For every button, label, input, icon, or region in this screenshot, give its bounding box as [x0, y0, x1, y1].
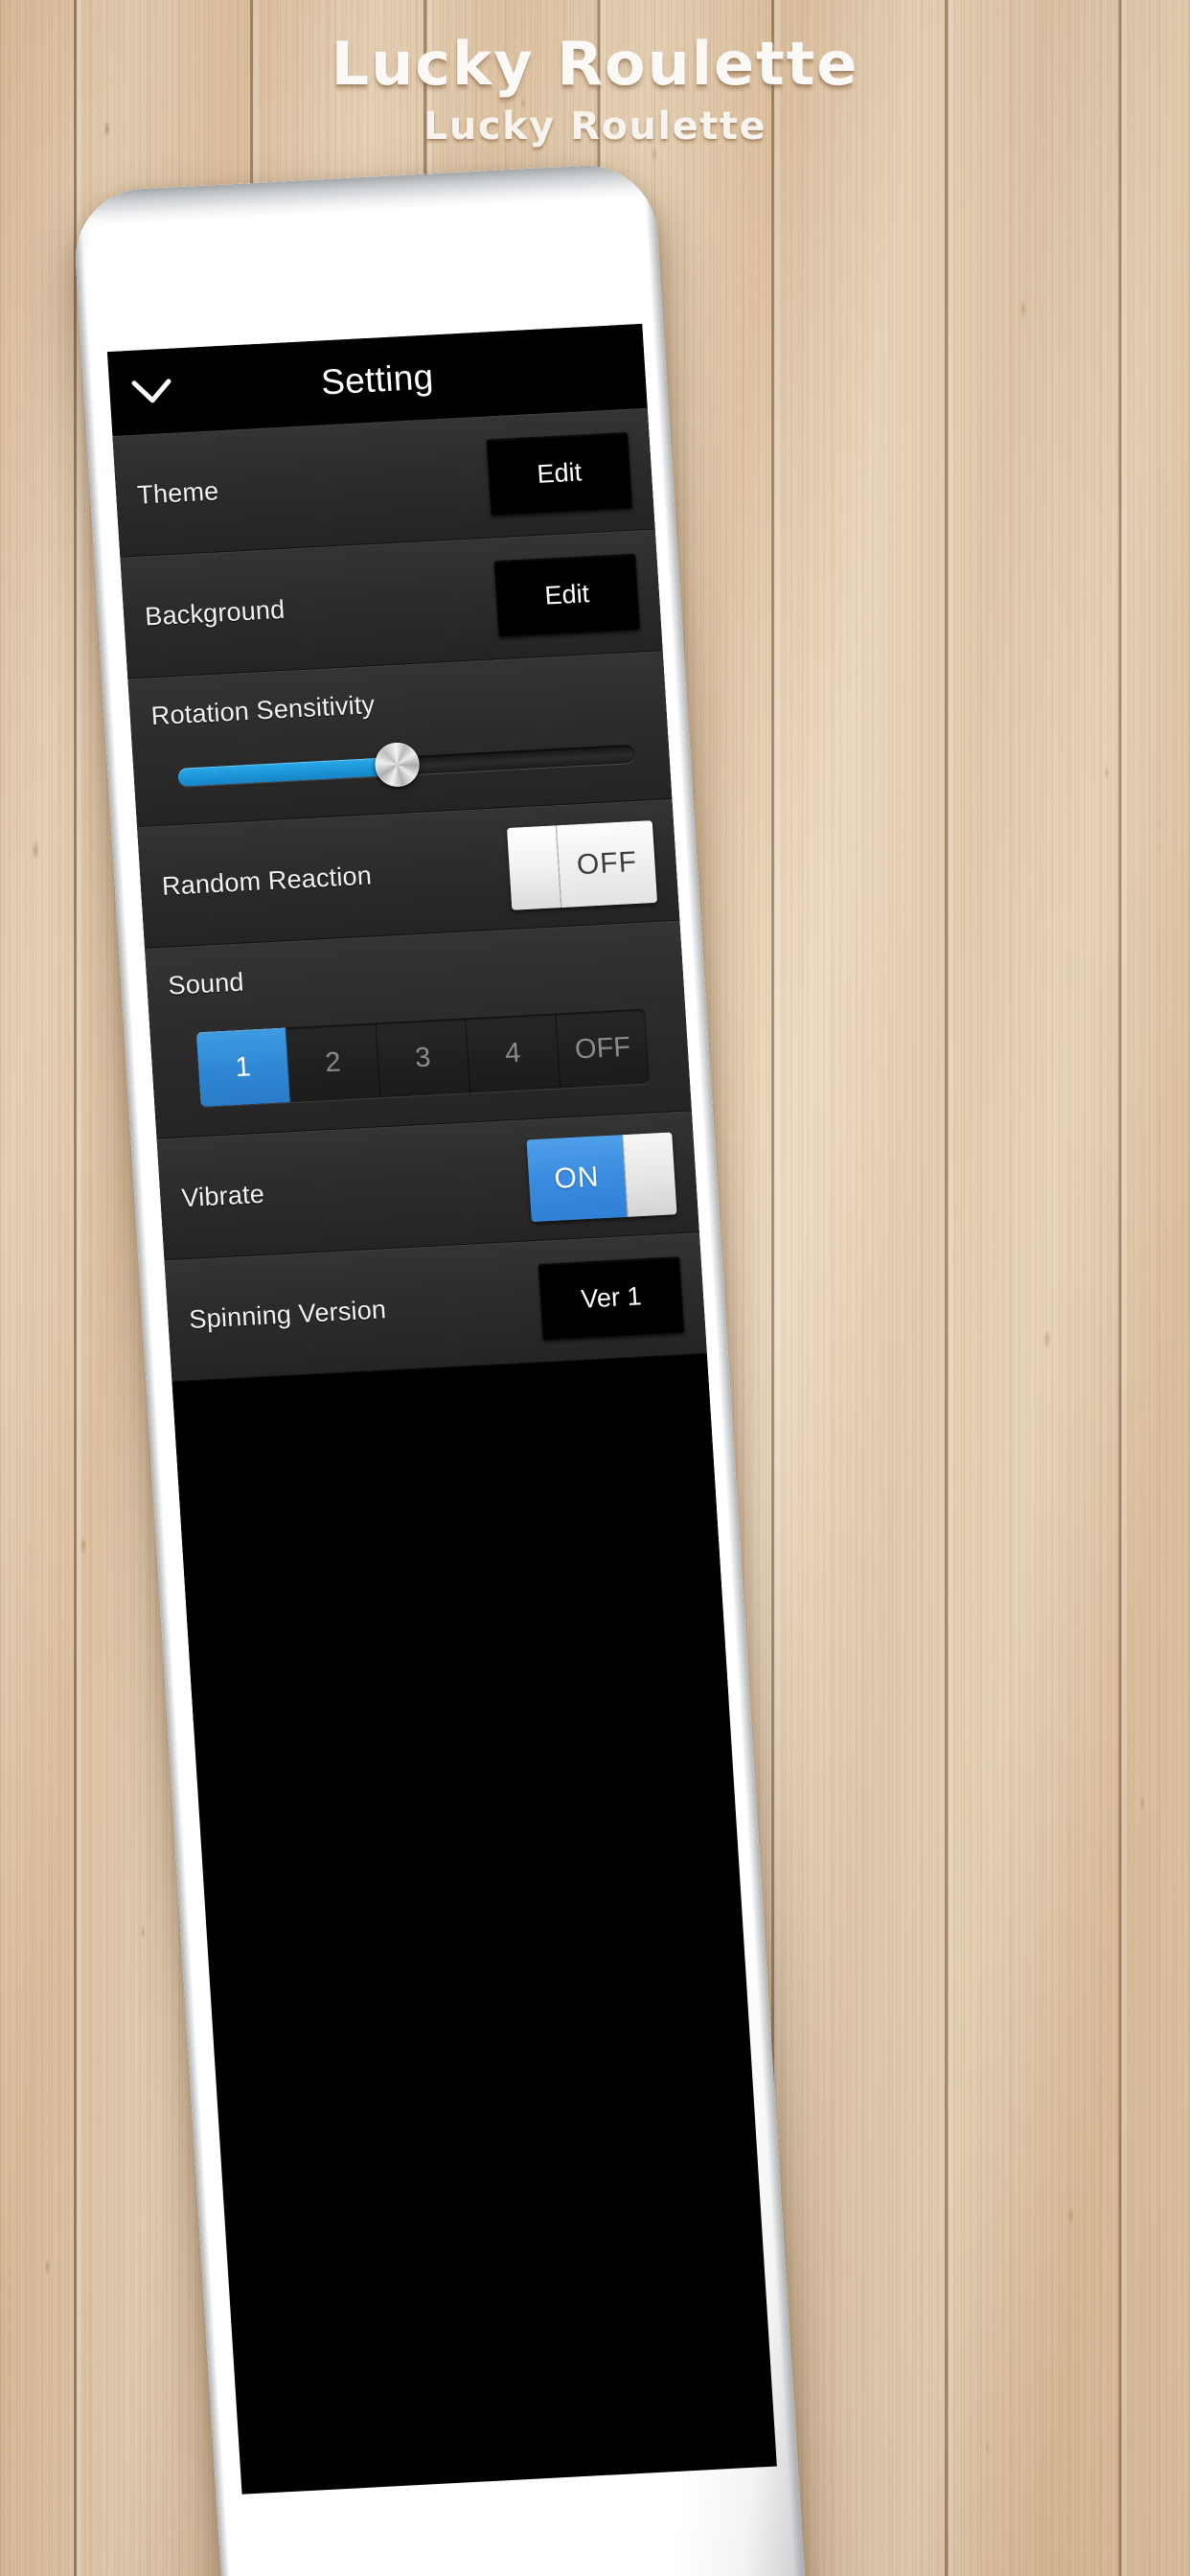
setting-label-theme: Theme: [136, 476, 220, 510]
setting-row-sound: Sound 1 2 3 4 OFF: [145, 920, 692, 1139]
setting-label-random-reaction: Random Reaction: [161, 861, 373, 901]
chevron-down-icon[interactable]: [129, 370, 174, 414]
promo-title-block: Lucky Roulette Lucky Roulette: [0, 33, 1190, 147]
background-edit-button[interactable]: Edit: [493, 553, 641, 637]
sound-option-4[interactable]: 4: [466, 1013, 561, 1093]
setting-label-background: Background: [144, 594, 286, 632]
setting-row-rotation-sensitivity: Rotation Sensitivity: [127, 651, 673, 828]
sound-segmented-control[interactable]: 1 2 3 4 OFF: [195, 1008, 650, 1108]
slider-thumb[interactable]: [374, 741, 421, 789]
page-title: Setting: [319, 356, 435, 402]
sound-option-off[interactable]: OFF: [556, 1009, 650, 1089]
random-reaction-toggle[interactable]: OFF: [506, 819, 658, 910]
slider-fill: [177, 756, 399, 787]
sound-option-1[interactable]: 1: [195, 1027, 291, 1108]
toggle-state-label: ON: [526, 1134, 628, 1222]
rotation-sensitivity-slider[interactable]: [177, 739, 635, 792]
toggle-knob: [622, 1131, 677, 1217]
setting-label-sound: Sound: [167, 967, 245, 1000]
toggle-knob: [506, 824, 562, 910]
theme-edit-button[interactable]: Edit: [486, 431, 633, 516]
spinning-version-button[interactable]: Ver 1: [538, 1255, 685, 1341]
toggle-state-label: OFF: [556, 819, 658, 908]
setting-label-rotation-sensitivity: Rotation Sensitivity: [149, 690, 377, 731]
sound-option-3[interactable]: 3: [376, 1018, 471, 1098]
promo-title-main: Lucky Roulette: [331, 29, 859, 99]
sound-option-2[interactable]: 2: [286, 1023, 381, 1103]
vibrate-toggle[interactable]: ON: [526, 1131, 677, 1222]
setting-label-vibrate: Vibrate: [180, 1179, 265, 1213]
promo-title-sub: Lucky Roulette: [423, 104, 767, 150]
settings-list: Theme Edit Background Edit Rotation Sens…: [112, 407, 729, 1727]
list-bottom-filler: [172, 1353, 729, 1727]
setting-label-spinning-version: Spinning Version: [188, 1295, 388, 1334]
